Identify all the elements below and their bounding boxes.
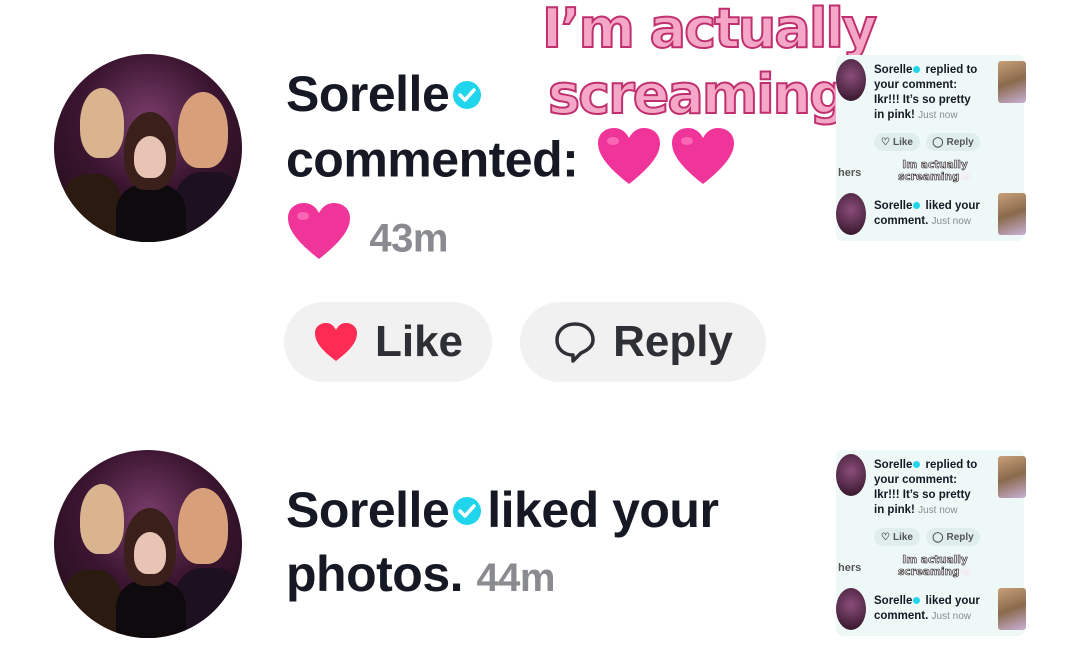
post-thumbnail bbox=[998, 588, 1026, 630]
reply-notification-text: Sorelle replied to your comment: Ikr!!! … bbox=[874, 64, 978, 121]
verified-badge-icon bbox=[913, 597, 921, 605]
avatar-figure bbox=[134, 532, 166, 574]
reply-button[interactable]: ◯ Reply bbox=[926, 528, 980, 546]
verified-badge-icon bbox=[913, 66, 921, 74]
heart-icon: ♡ bbox=[881, 136, 890, 148]
pink-heart-emoji-icon bbox=[286, 201, 352, 276]
avatar[interactable] bbox=[54, 450, 242, 638]
avatar-figure bbox=[80, 88, 124, 158]
verified-badge-icon bbox=[913, 461, 921, 469]
avatar[interactable] bbox=[54, 54, 242, 242]
partial-text: hers bbox=[838, 167, 862, 179]
reply-label: Reply bbox=[613, 317, 733, 366]
post-thumbnail bbox=[998, 61, 1026, 103]
timestamp: 43m bbox=[369, 216, 448, 261]
post-thumbnail bbox=[998, 193, 1026, 235]
verified-badge-icon bbox=[453, 496, 482, 525]
like-button[interactable]: ♡ Like bbox=[874, 528, 920, 546]
overlay-caption-line1: I’m actually bbox=[541, 0, 878, 61]
avatar-figure bbox=[178, 92, 228, 168]
heart-icon: ♡ bbox=[881, 531, 890, 543]
heart-icon bbox=[314, 323, 357, 361]
liked-notification-text: Sorelle liked your comment. Just now bbox=[874, 200, 980, 227]
overlay-caption-text: screaming bbox=[547, 62, 849, 127]
avatar-figure bbox=[62, 174, 122, 242]
verified-badge-icon bbox=[913, 202, 921, 210]
notification-action: photos. bbox=[286, 546, 464, 602]
overlay-caption: Im actually screaming😭 bbox=[898, 159, 972, 184]
avatar bbox=[836, 454, 866, 496]
overlay-caption: Im actually screaming😭 bbox=[898, 554, 972, 579]
pink-heart-emoji-icon bbox=[670, 126, 736, 201]
avatar-figure bbox=[178, 488, 228, 564]
pink-heart-emoji-icon bbox=[596, 126, 662, 201]
like-button[interactable]: ♡ Like bbox=[874, 133, 920, 151]
like-label: Like bbox=[374, 317, 464, 366]
avatar bbox=[836, 59, 866, 101]
partial-text: hers bbox=[838, 562, 862, 574]
speech-bubble-icon: ◯ bbox=[932, 531, 944, 543]
avatar-figure bbox=[80, 484, 124, 554]
username[interactable]: Sorelle bbox=[286, 66, 450, 122]
speech-bubble-icon bbox=[555, 322, 595, 363]
notification-action: liked your bbox=[487, 482, 719, 538]
notification-preview-panel: Sorelle replied to your comment: Ikr!!! … bbox=[836, 450, 1026, 636]
verified-badge-icon bbox=[453, 80, 482, 109]
avatar-figure bbox=[116, 184, 186, 242]
avatar bbox=[836, 193, 866, 235]
post-thumbnail bbox=[998, 456, 1026, 498]
reply-notification-text: Sorelle replied to your comment: Ikr!!! … bbox=[874, 459, 978, 516]
timestamp: 44m bbox=[476, 556, 555, 600]
avatar-figure bbox=[134, 136, 166, 178]
avatar-figure bbox=[116, 580, 186, 638]
like-notification-text: Sorelle liked your photos. 44m bbox=[286, 478, 826, 610]
like-button[interactable]: Like bbox=[284, 302, 492, 382]
avatar-figure bbox=[62, 570, 122, 638]
username[interactable]: Sorelle bbox=[286, 482, 450, 538]
speech-bubble-icon: ◯ bbox=[932, 136, 944, 148]
avatar bbox=[836, 588, 866, 630]
notification-action: commented: bbox=[286, 131, 579, 188]
reply-button[interactable]: ◯ Reply bbox=[926, 133, 980, 151]
reply-button[interactable]: Reply bbox=[520, 302, 766, 382]
liked-notification-text: Sorelle liked your comment. Just now bbox=[874, 595, 980, 622]
notification-preview-panel: Sorelle replied to your comment: Ikr!!! … bbox=[836, 55, 1026, 241]
